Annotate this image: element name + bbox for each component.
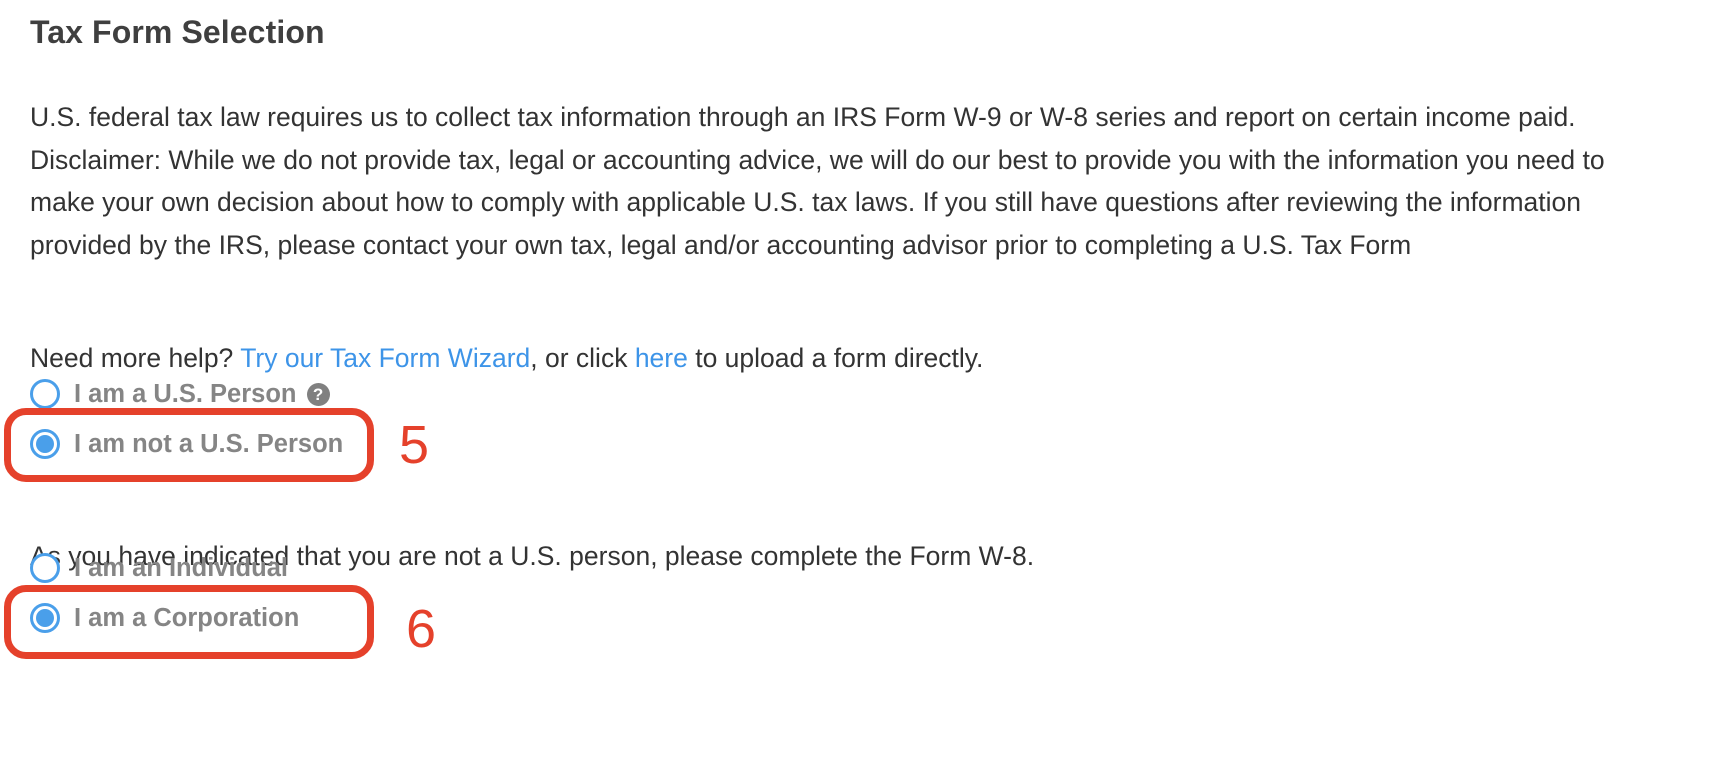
help-text: Need more help? Try our Tax Form Wizard,… [30, 340, 983, 376]
tax-form-wizard-link[interactable]: Try our Tax Form Wizard [240, 343, 530, 373]
help-suffix: to upload a form directly. [687, 343, 984, 373]
radio-label: I am an Individual [74, 553, 288, 582]
highlight-box-corporation [4, 585, 374, 659]
radio-label: I am a U.S. Person [74, 379, 297, 408]
radio-individual[interactable]: I am an Individual [30, 548, 288, 588]
help-prefix: Need more help? [30, 343, 241, 373]
page-title: Tax Form Selection [30, 14, 325, 50]
disclaimer-text: U.S. federal tax law requires us to coll… [30, 102, 1605, 260]
step-number-5: 5 [399, 415, 430, 475]
highlight-box-not-us-person [4, 408, 374, 482]
upload-here-link[interactable]: here [635, 343, 688, 373]
radio-button[interactable] [30, 379, 60, 409]
radio-button[interactable] [30, 553, 60, 583]
step-number-6: 6 [406, 599, 437, 659]
help-middle: , or click [530, 343, 635, 373]
question-circle-icon[interactable]: ? [306, 382, 330, 406]
